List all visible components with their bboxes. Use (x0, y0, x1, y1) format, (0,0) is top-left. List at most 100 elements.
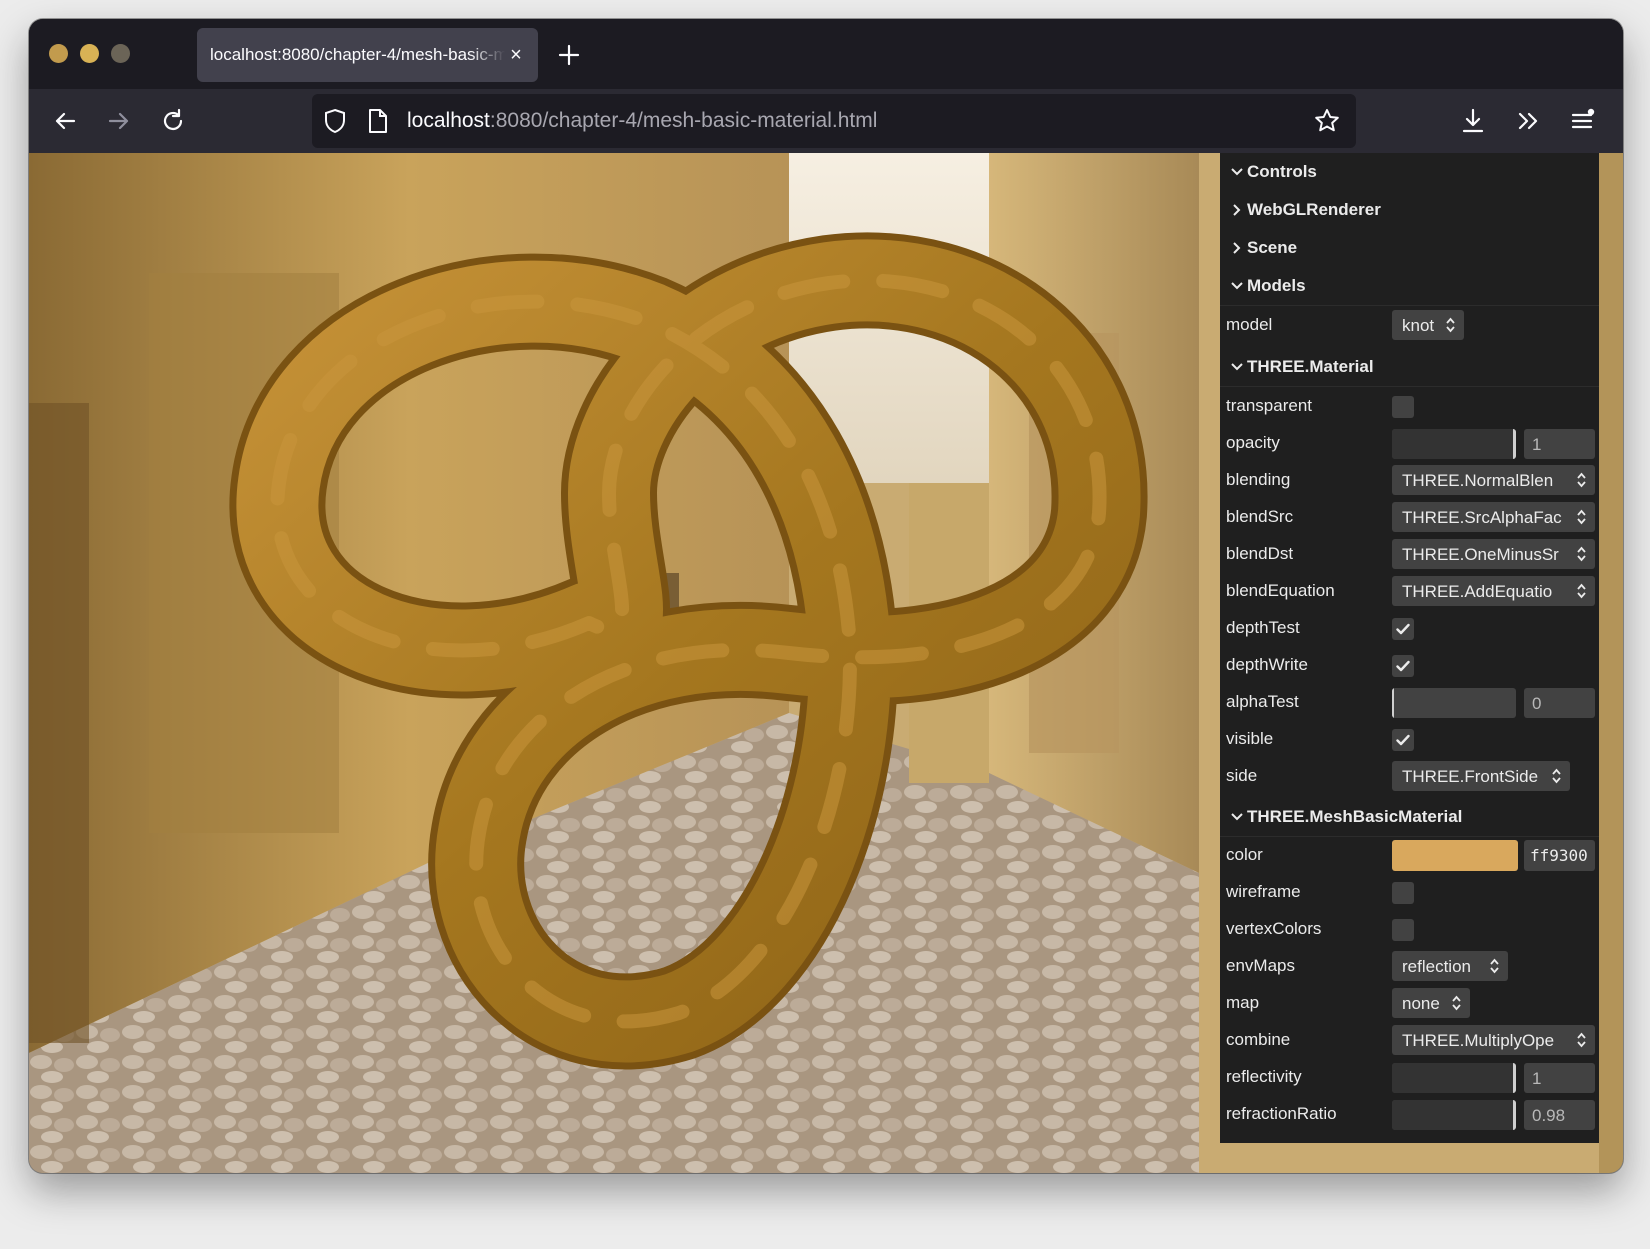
reflectivity-row: reflectivity 1 (1220, 1059, 1599, 1096)
select-arrows-icon (1577, 583, 1586, 599)
zoom-window-button[interactable] (111, 44, 130, 63)
combine-value: THREE.MultiplyOpe (1402, 1031, 1555, 1050)
envmaps-label: envMaps (1226, 956, 1295, 975)
opacity-slider[interactable] (1392, 429, 1516, 459)
combine-label: combine (1226, 1030, 1291, 1049)
color-swatch[interactable] (1392, 840, 1518, 871)
blending-value: THREE.NormalBlen (1402, 471, 1554, 490)
opacity-row: opacity 1 (1220, 425, 1599, 462)
side-value: THREE.FrontSide (1402, 767, 1539, 786)
visible-checkbox[interactable] (1392, 729, 1414, 751)
folder-scene[interactable]: Scene (1220, 229, 1599, 268)
browser-tab[interactable]: localhost:8080/chapter-4/mesh-basic-mate… (197, 28, 538, 82)
side-select[interactable]: THREE.FrontSide (1392, 761, 1570, 791)
opacity-input[interactable]: 1 (1524, 429, 1595, 459)
side-row: side THREE.FrontSide (1220, 758, 1599, 795)
refractionratio-input[interactable]: 0.98 (1524, 1100, 1595, 1130)
depthwrite-checkbox[interactable] (1392, 655, 1414, 677)
color-hex-input[interactable]: ff9300 (1524, 840, 1595, 871)
wireframe-label: wireframe (1226, 882, 1301, 901)
blendequation-row: blendEquation THREE.AddEquatio (1220, 573, 1599, 610)
download-icon[interactable] (1457, 105, 1489, 137)
envmaps-select[interactable]: reflection (1392, 951, 1508, 981)
alphatest-slider[interactable] (1392, 688, 1516, 718)
reflectivity-slider[interactable] (1392, 1063, 1516, 1093)
chevron-right-icon (1233, 242, 1241, 254)
slider-handle[interactable] (1512, 1100, 1516, 1130)
close-tab-icon[interactable]: × (506, 45, 526, 65)
forward-arrow-icon[interactable] (103, 105, 135, 137)
wireframe-checkbox[interactable] (1392, 882, 1414, 904)
folder-webglrenderer[interactable]: WebGLRenderer (1220, 191, 1599, 230)
slider-handle[interactable] (1392, 688, 1394, 718)
nav-toolbar: localhost:8080/chapter-4/mesh-basic-mate… (29, 89, 1623, 153)
checkmark-icon (1396, 623, 1410, 635)
slider-handle[interactable] (1513, 429, 1516, 459)
blendequation-label: blendEquation (1226, 581, 1335, 600)
model-row: model knot (1220, 307, 1599, 345)
transparent-checkbox[interactable] (1392, 396, 1414, 418)
combine-select[interactable]: THREE.MultiplyOpe (1392, 1025, 1595, 1055)
folder-controls[interactable]: Controls (1220, 153, 1599, 192)
slider-handle[interactable] (1513, 1063, 1516, 1093)
model-select[interactable]: knot (1392, 310, 1464, 340)
model-value: knot (1402, 316, 1435, 335)
envmaps-value: reflection (1402, 957, 1471, 976)
reload-icon[interactable] (157, 105, 189, 137)
visible-label: visible (1226, 729, 1274, 748)
alphatest-input[interactable]: 0 (1524, 688, 1595, 718)
blending-select[interactable]: THREE.NormalBlen (1392, 465, 1595, 495)
menu-hamburger-icon[interactable] (1566, 105, 1598, 137)
page-info-icon[interactable] (362, 106, 392, 136)
blenddst-label: blendDst (1226, 544, 1294, 563)
new-tab-icon[interactable] (553, 39, 585, 71)
alphatest-row: alphaTest 0 (1220, 684, 1599, 721)
transparent-label: transparent (1226, 396, 1312, 415)
blending-row: blending THREE.NormalBlen (1220, 462, 1599, 499)
select-arrows-icon (1452, 995, 1461, 1011)
folder-controls-title: Controls (1247, 162, 1317, 181)
blenddst-select[interactable]: THREE.OneMinusSr (1392, 539, 1595, 569)
close-window-button[interactable] (49, 44, 68, 63)
folder-three-material[interactable]: THREE.Material (1220, 348, 1599, 387)
folder-models-title: Models (1247, 276, 1306, 295)
vertexcolors-checkbox[interactable] (1392, 919, 1414, 941)
blendequation-select[interactable]: THREE.AddEquatio (1392, 576, 1595, 606)
chevron-right-icon (1233, 204, 1241, 216)
combine-row: combine THREE.MultiplyOpe (1220, 1022, 1599, 1059)
minimize-window-button[interactable] (80, 44, 99, 63)
map-select[interactable]: none (1392, 988, 1470, 1018)
depthtest-checkbox[interactable] (1392, 618, 1414, 640)
overflow-chevrons-icon[interactable] (1512, 105, 1544, 137)
url-text[interactable]: localhost:8080/chapter-4/mesh-basic-mate… (407, 109, 877, 133)
map-label: map (1226, 993, 1260, 1012)
scrollbar[interactable] (1599, 153, 1623, 1173)
opacity-label: opacity (1226, 433, 1280, 452)
folder-scene-title: Scene (1247, 238, 1298, 257)
folder-meshbasicmaterial[interactable]: THREE.MeshBasicMaterial (1220, 798, 1599, 837)
url-bar[interactable]: localhost:8080/chapter-4/mesh-basic-mate… (312, 94, 1356, 148)
blenddst-value: THREE.OneMinusSr (1402, 545, 1559, 564)
depthtest-label: depthTest (1226, 618, 1300, 637)
folder-models[interactable]: Models (1220, 267, 1599, 306)
back-arrow-icon[interactable] (49, 105, 81, 137)
reflectivity-input[interactable]: 1 (1524, 1063, 1595, 1093)
blendequation-value: THREE.AddEquatio (1402, 582, 1553, 601)
browser-window: localhost:8080/chapter-4/mesh-basic-mate… (29, 19, 1623, 1173)
tab-title: localhost:8080/chapter-4/mesh-basic-mate… (210, 45, 505, 64)
blendsrc-select[interactable]: THREE.SrcAlphaFac (1392, 502, 1595, 532)
color-hex-value: ff9300 (1530, 846, 1588, 865)
transparent-row: transparent (1220, 388, 1599, 425)
chevron-down-icon (1231, 813, 1243, 821)
checkmark-icon (1396, 660, 1410, 672)
side-label: side (1226, 766, 1258, 785)
refractionratio-value: 0.98 (1532, 1106, 1566, 1125)
refractionratio-slider[interactable] (1392, 1100, 1516, 1130)
bookmark-star-icon[interactable] (1312, 106, 1342, 136)
shield-icon[interactable] (320, 106, 350, 136)
chevron-down-icon (1231, 168, 1243, 176)
blendsrc-label: blendSrc (1226, 507, 1294, 526)
folder-meshbasicmaterial-title: THREE.MeshBasicMaterial (1247, 807, 1463, 826)
chevron-down-icon (1231, 363, 1243, 371)
model-label: model (1226, 315, 1273, 334)
